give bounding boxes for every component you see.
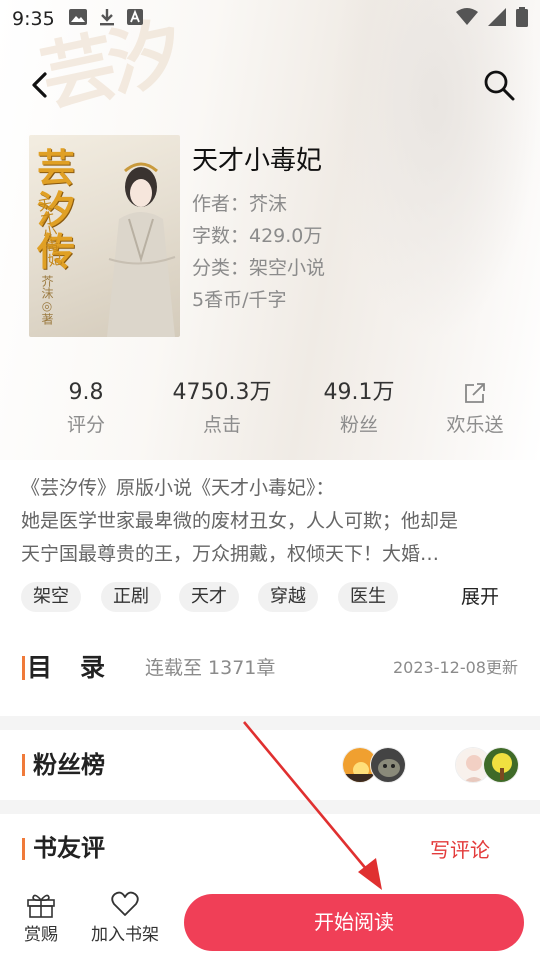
tag-chip[interactable]: 天才 (179, 582, 239, 612)
stats-row: 9.8 评分 4750.3万 点击 49.1万 粉丝 欢乐送 (0, 378, 540, 444)
battery-icon (516, 7, 528, 31)
avatar[interactable] (370, 747, 406, 783)
book-word-count: 字数：429.0万 (192, 225, 323, 247)
stat-label: 欢乐送 (446, 414, 504, 436)
stat-value: 9.8 (68, 380, 104, 405)
text-a-icon (126, 9, 143, 29)
image-icon (68, 9, 87, 29)
book-title: 天才小毒妃 (192, 146, 323, 176)
wifi-icon (456, 8, 478, 30)
cover-author: 芥沫◎著 (40, 275, 54, 325)
reward-label: 赏赐 (24, 925, 58, 945)
reviews-title: 书友评 (33, 834, 105, 862)
table-of-contents-row[interactable]: 目录 连载至 1371章 2023-12-08更新 (0, 648, 540, 688)
reviews-row: 书友评 写评论 (0, 828, 540, 872)
tag-chip[interactable]: 穿越 (258, 582, 318, 612)
back-button[interactable] (22, 68, 56, 102)
stat-value: 4750.3万 (172, 380, 272, 405)
reward-button[interactable]: 赏赐 (20, 890, 62, 948)
book-author[interactable]: 作者：芥沫 (192, 188, 325, 220)
start-reading-button[interactable]: 开始阅读 (184, 894, 524, 951)
download-icon (99, 8, 115, 30)
book-info: 芸汐传 天才小毒妃 芥沫◎著 天才小毒妃 作者：芥沫 字数：429.0万 分类：… (29, 135, 519, 337)
expand-button[interactable]: 展开 (461, 582, 499, 612)
bottom-action-bar: 赏赐 加入书架 开始阅读 (0, 884, 540, 960)
stat-label: 粉丝 (339, 414, 378, 436)
write-review-button[interactable]: 写评论 (430, 828, 490, 872)
section-marker (22, 838, 25, 860)
section-divider (0, 716, 540, 730)
toc-title: 目录 (27, 653, 134, 682)
add-to-shelf-button[interactable]: 加入书架 (86, 890, 164, 948)
book-category[interactable]: 分类：架空小说 (192, 252, 325, 284)
section-marker (22, 754, 25, 776)
fans-title: 粉丝榜 (33, 751, 105, 779)
stat-label: 评分 (66, 414, 105, 436)
signal-icon (488, 8, 506, 30)
status-bar: 9:35 (0, 0, 540, 38)
search-icon (484, 70, 515, 101)
tag-chip[interactable]: 正剧 (101, 582, 161, 612)
toc-update-date: 2023-12-08更新 (393, 658, 518, 677)
stat-clicks: 4750.3万 点击 (157, 378, 287, 442)
toc-status: 连载至 1371章 (145, 657, 276, 679)
section-marker (22, 656, 25, 680)
chevron-left-icon (32, 72, 47, 98)
stat-fans: 49.1万 粉丝 (294, 378, 424, 442)
stat-value: 49.1万 (323, 380, 395, 405)
book-description[interactable]: 《芸汐传》原版小说《天才小毒妃》： 她是医学世家最卑微的废材丑女，人人可欺；他却… (21, 472, 519, 571)
share-icon (465, 383, 485, 403)
tag-chip[interactable]: 架空 (21, 582, 81, 612)
shelf-label: 加入书架 (91, 925, 159, 945)
stat-label: 点击 (202, 414, 241, 436)
avatar[interactable] (483, 747, 519, 783)
book-price: 5香币/千字 (192, 289, 287, 311)
stat-rating: 9.8 评分 (21, 378, 151, 442)
description-line: 《芸汐传》原版小说《天才小毒妃》： (21, 477, 335, 499)
tag-list: 架空 正剧 天才 穿越 医生 展开 (21, 582, 519, 614)
tag-chip[interactable]: 医生 (338, 582, 398, 612)
book-cover[interactable]: 芸汐传 天才小毒妃 芥沫◎著 (29, 135, 180, 337)
section-divider (0, 800, 540, 814)
gift-icon (27, 894, 55, 918)
status-time: 9:35 (12, 8, 55, 30)
fan-ranking-row[interactable]: 粉丝榜 (0, 730, 540, 802)
top-nav (0, 60, 540, 110)
search-button[interactable] (480, 66, 518, 104)
heart-icon (111, 891, 139, 916)
description-line: 天宁国最尊贵的王，万众拥戴，权倾天下！大婚… (21, 543, 440, 565)
description-line: 她是医学世家最卑微的废材丑女，人人可欺；他却是 (21, 510, 459, 532)
share-button[interactable]: 欢乐送 (410, 378, 540, 442)
